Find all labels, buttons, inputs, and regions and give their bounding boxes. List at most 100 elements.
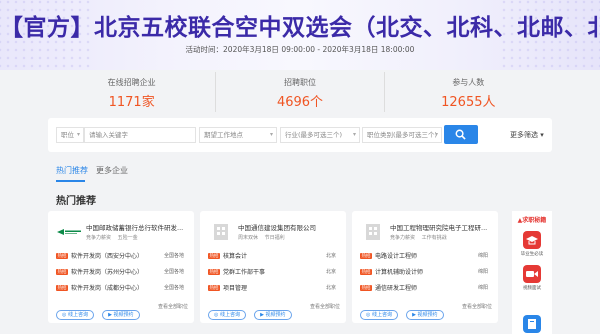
more-filter-label: 更多筛选 <box>510 131 538 139</box>
card-actions: ◎ 线上咨询 ▶ 视频预约 <box>56 301 143 320</box>
event-title: 【官方】北京五校联合空中双选会（北交、北科、北邮、北林、北化） <box>0 15 600 41</box>
company-name[interactable]: 中国邮政储蓄银行总行软件研发... <box>86 222 190 232</box>
stat-value: 12655人 <box>441 95 496 110</box>
online-consult-label: 线上咨询 <box>219 312 240 318</box>
job-title: 软件开发岗（西安分中心） <box>71 253 144 260</box>
video-appointment-label: 视频预约 <box>265 312 286 318</box>
job-item[interactable]: 热招 党群工作部干事 北京 <box>208 267 340 277</box>
job-item[interactable]: 热招 核算会计 北京 <box>208 251 340 261</box>
category-placeholder: 职位类别(最多可选三个) <box>367 131 438 139</box>
job-location: 北京 <box>325 253 336 259</box>
tab-hot-recommend[interactable]: 热门推荐 <box>56 165 88 176</box>
job-title: 电路设计工程师 <box>375 253 418 260</box>
company-logo <box>56 229 82 235</box>
graduation-cap-icon <box>523 231 541 249</box>
video-appointment-button[interactable]: ▶ 视频预约 <box>254 310 292 320</box>
location-select[interactable]: 期望工作地点 ▾ <box>199 127 277 143</box>
sidebar-item-label: 视频面试 <box>523 286 541 291</box>
stat-label: 在线招聘企业 <box>107 78 156 87</box>
job-item[interactable]: 热招 项目管理 北京 <box>208 283 340 293</box>
video-appointment-label: 视频预约 <box>417 312 438 318</box>
job-title: 党群工作部干事 <box>223 269 266 276</box>
view-all-jobs-link[interactable]: 查看全部职位 <box>310 303 340 310</box>
company-name[interactable]: 中国通信建设集团有限公司 <box>238 222 342 232</box>
company-card[interactable]: 中国通信建设集团有限公司 周末双休 节日福利 热招 核算会计 北京 热招 党群工作部… <box>200 211 346 323</box>
company-tags: 竞争力薪资 工作有挑战 <box>390 234 452 241</box>
job-search-bar: 职位 ▾ 请输入关键字 期望工作地点 ▾ 行业(最多可选三个) ▾ 职位类别(最… <box>48 118 552 152</box>
company-name[interactable]: 中国工程物理研究院电子工程研... <box>390 222 494 232</box>
company-card[interactable]: 中国工程物理研究院电子工程研... 竞争力薪资 工作有挑战 热招 电路设计工程师 … <box>352 211 498 323</box>
company-tags: 竞争力薪资 五险一金 <box>86 234 143 241</box>
hot-badge: 热招 <box>56 285 68 291</box>
video-appointment-button[interactable]: ▶ 视频预约 <box>406 310 444 320</box>
hot-badge: 热招 <box>208 269 220 275</box>
chevron-down-icon: ▾ <box>352 131 356 138</box>
job-title: 软件开发岗（成都分中心） <box>71 285 144 292</box>
online-consult-button[interactable]: ◎ 线上咨询 <box>360 310 398 320</box>
company-tag: 周末双休 <box>238 235 259 241</box>
hot-badge: 热招 <box>56 269 68 275</box>
video-camera-icon <box>523 265 541 283</box>
hot-badge: 热招 <box>208 285 220 291</box>
video-icon: ▶ <box>108 312 112 318</box>
industry-select[interactable]: 行业(最多可选三个) ▾ <box>280 127 360 143</box>
company-tag: 竞争力薪资 <box>86 235 112 241</box>
category-select[interactable]: 职位类别(最多可选三个) ▾ <box>362 127 442 143</box>
stat-label: 招聘职位 <box>283 78 316 87</box>
stat-positions: 招聘职位 4696个 <box>216 72 385 112</box>
company-tag: 工作有挑战 <box>421 235 447 241</box>
job-location: 绵阳 <box>477 253 488 259</box>
job-location: 全国各地 <box>163 285 184 291</box>
company-tags: 周末双休 节日福利 <box>238 234 290 241</box>
job-title: 计算机辅助设计师 <box>375 269 424 276</box>
job-item[interactable]: 热招 软件开发岗（苏州分中心） 全国各地 <box>56 267 188 277</box>
job-location: 绵阳 <box>477 285 488 291</box>
stat-value: 4696个 <box>276 95 324 110</box>
sidebar-item-label: 毕业生必读 <box>520 252 544 257</box>
company-logo-placeholder-icon <box>366 224 380 240</box>
company-tag: 节日福利 <box>264 235 285 241</box>
chevron-down-icon: ▾ <box>540 131 544 139</box>
video-icon: ▶ <box>260 312 264 318</box>
search-type-label: 职位 <box>61 131 74 139</box>
keyword-input[interactable]: 请输入关键字 <box>84 127 196 143</box>
hot-badge: 热招 <box>360 253 372 259</box>
view-all-jobs-link[interactable]: 查看全部职位 <box>158 303 188 310</box>
job-item[interactable]: 热招 电路设计工程师 绵阳 <box>360 251 492 261</box>
company-card[interactable]: 中国邮政储蓄银行总行软件研发... 竞争力薪资 五险一金 热招 软件开发岗（西安分… <box>48 211 194 323</box>
online-consult-label: 线上咨询 <box>371 312 392 318</box>
company-tag: 五险一金 <box>117 235 138 241</box>
online-consult-button[interactable]: ◎ 线上咨询 <box>208 310 246 320</box>
chevron-down-icon: ▾ <box>269 131 273 138</box>
chat-icon: ◎ <box>366 312 371 318</box>
stat-participants: 参与人数 12655人 <box>385 72 552 112</box>
view-all-jobs-link[interactable]: 查看全部职位 <box>462 303 492 310</box>
job-location: 北京 <box>325 269 336 275</box>
tab-more-companies[interactable]: 更多企业 <box>96 165 128 176</box>
job-title: 通信研发工程师 <box>375 285 418 292</box>
sidebar-item-graduate-guide[interactable]: 毕业生必读 <box>516 231 548 257</box>
job-item[interactable]: 热招 软件开发岗（西安分中心） 全国各地 <box>56 251 188 261</box>
industry-placeholder: 行业(最多可选三个) <box>285 131 343 139</box>
sidebar-item-video-interview[interactable]: 视频面试 <box>516 265 548 291</box>
location-placeholder: 期望工作地点 <box>204 131 243 139</box>
chat-icon: ◎ <box>62 312 67 318</box>
hot-badge: 热招 <box>360 285 372 291</box>
book-icon <box>523 315 541 333</box>
search-button[interactable] <box>444 125 478 144</box>
more-filter-link[interactable]: 更多筛选 ▾ <box>510 130 544 140</box>
job-title: 项目管理 <box>223 285 248 292</box>
stat-value: 1171家 <box>108 95 155 110</box>
video-appointment-button[interactable]: ▶ 视频预约 <box>102 310 140 320</box>
event-time: 活动时间：2020年3月18日 09:00:00 - 2020年3月18日 18… <box>185 45 415 54</box>
chevron-down-icon: ▾ <box>76 131 80 138</box>
online-consult-button[interactable]: ◎ 线上咨询 <box>56 310 94 320</box>
event-banner: 【官方】北京五校联合空中双选会（北交、北科、北邮、北林、北化） 活动时间：202… <box>0 0 600 70</box>
job-item[interactable]: 热招 软件开发岗（成都分中心） 全国各地 <box>56 283 188 293</box>
sidebar-item-book[interactable] <box>516 315 548 333</box>
search-type-select[interactable]: 职位 ▾ <box>56 127 84 143</box>
video-appointment-label: 视频预约 <box>113 312 134 318</box>
job-item[interactable]: 热招 计算机辅助设计师 绵阳 <box>360 267 492 277</box>
job-location: 绵阳 <box>477 269 488 275</box>
job-item[interactable]: 热招 通信研发工程师 绵阳 <box>360 283 492 293</box>
